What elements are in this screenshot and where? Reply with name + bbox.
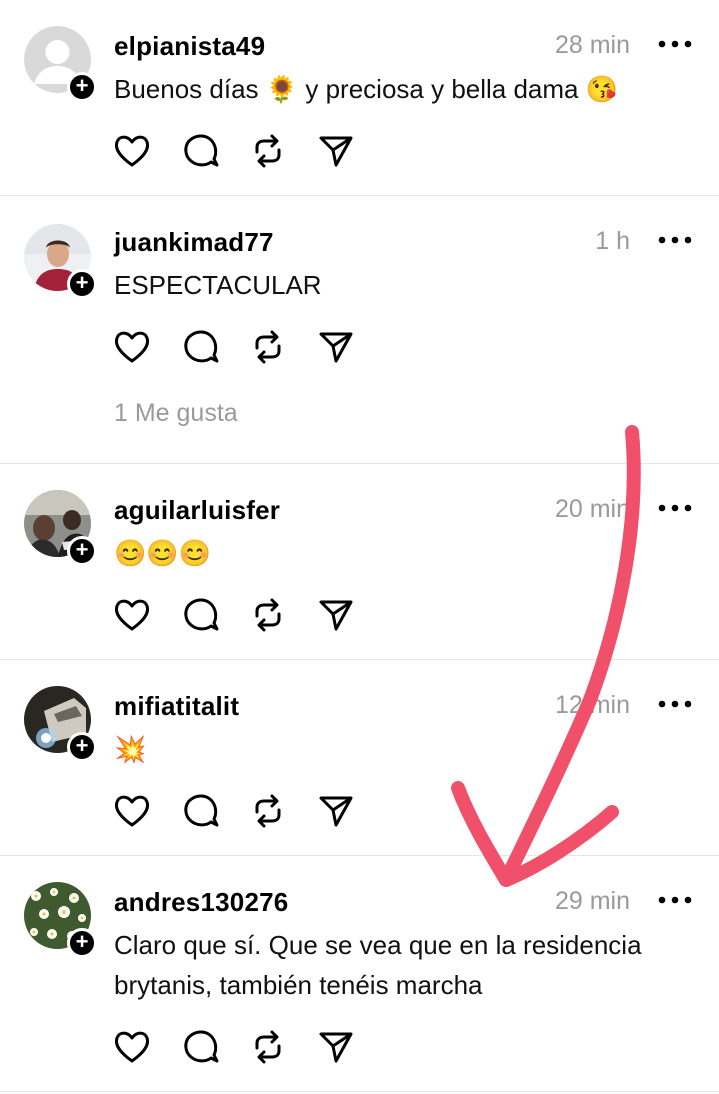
repost-icon[interactable]: [248, 791, 288, 831]
timestamp: 12 min: [554, 691, 630, 719]
heart-icon[interactable]: [112, 327, 152, 367]
more-icon[interactable]: [658, 40, 692, 48]
username[interactable]: elpianista49: [114, 31, 265, 62]
reply-post: + juankimad77 1 h ESPECTACULAR 1 Me gust…: [0, 196, 719, 464]
post-text: 💥: [114, 734, 147, 764]
action-bar: [112, 1027, 362, 1067]
comment-icon[interactable]: [181, 791, 221, 831]
reply-post: + mifiatitalit 12 min 💥: [0, 660, 719, 856]
repost-icon[interactable]: [248, 131, 288, 171]
follow-plus-icon[interactable]: +: [67, 928, 97, 958]
likes-count[interactable]: 1 Me gusta: [114, 399, 238, 428]
threads-reply-feed: + elpianista49 28 min Buenos días 🌻 y pr…: [0, 0, 719, 1092]
reply-post: + andres130276 29 min Claro que sí. Que …: [0, 856, 719, 1092]
post-text: Buenos días 🌻 y preciosa y bella dama 😘: [114, 74, 619, 104]
comment-icon[interactable]: [181, 131, 221, 171]
more-icon[interactable]: [658, 896, 692, 904]
timestamp: 28 min: [554, 31, 630, 59]
comment-icon[interactable]: [181, 327, 221, 367]
post-text: 😊😊😊: [114, 538, 212, 568]
comment-icon[interactable]: [181, 1027, 221, 1067]
send-icon[interactable]: [316, 327, 356, 367]
heart-icon[interactable]: [112, 595, 152, 635]
action-bar: [112, 327, 362, 367]
send-icon[interactable]: [316, 791, 356, 831]
action-bar: [112, 595, 362, 635]
username[interactable]: mifiatitalit: [114, 691, 239, 722]
send-icon[interactable]: [316, 131, 356, 171]
follow-plus-icon[interactable]: +: [67, 536, 97, 566]
more-icon[interactable]: [658, 236, 692, 244]
comment-icon[interactable]: [181, 595, 221, 635]
heart-icon[interactable]: [112, 131, 152, 171]
timestamp: 29 min: [554, 887, 630, 915]
repost-icon[interactable]: [248, 1027, 288, 1067]
action-bar: [112, 131, 362, 171]
repost-icon[interactable]: [248, 327, 288, 367]
username[interactable]: andres130276: [114, 887, 288, 918]
follow-plus-icon[interactable]: +: [67, 72, 97, 102]
action-bar: [112, 791, 362, 831]
reply-post: + elpianista49 28 min Buenos días 🌻 y pr…: [0, 0, 719, 196]
more-icon[interactable]: [658, 700, 692, 708]
follow-plus-icon[interactable]: +: [67, 732, 97, 762]
follow-plus-icon[interactable]: +: [67, 269, 97, 299]
heart-icon[interactable]: [112, 1027, 152, 1067]
timestamp: 1 h: [595, 227, 630, 255]
username[interactable]: juankimad77: [114, 227, 274, 258]
username[interactable]: aguilarluisfer: [114, 495, 280, 526]
repost-icon[interactable]: [248, 595, 288, 635]
reply-post: + aguilarluisfer 20 min 😊😊😊: [0, 464, 719, 660]
post-text: ESPECTACULAR: [114, 270, 322, 300]
post-text: Claro que sí. Que se vea que en la resid…: [114, 930, 642, 1000]
send-icon[interactable]: [316, 595, 356, 635]
more-icon[interactable]: [658, 504, 692, 512]
timestamp: 20 min: [554, 495, 630, 523]
heart-icon[interactable]: [112, 791, 152, 831]
send-icon[interactable]: [316, 1027, 356, 1067]
